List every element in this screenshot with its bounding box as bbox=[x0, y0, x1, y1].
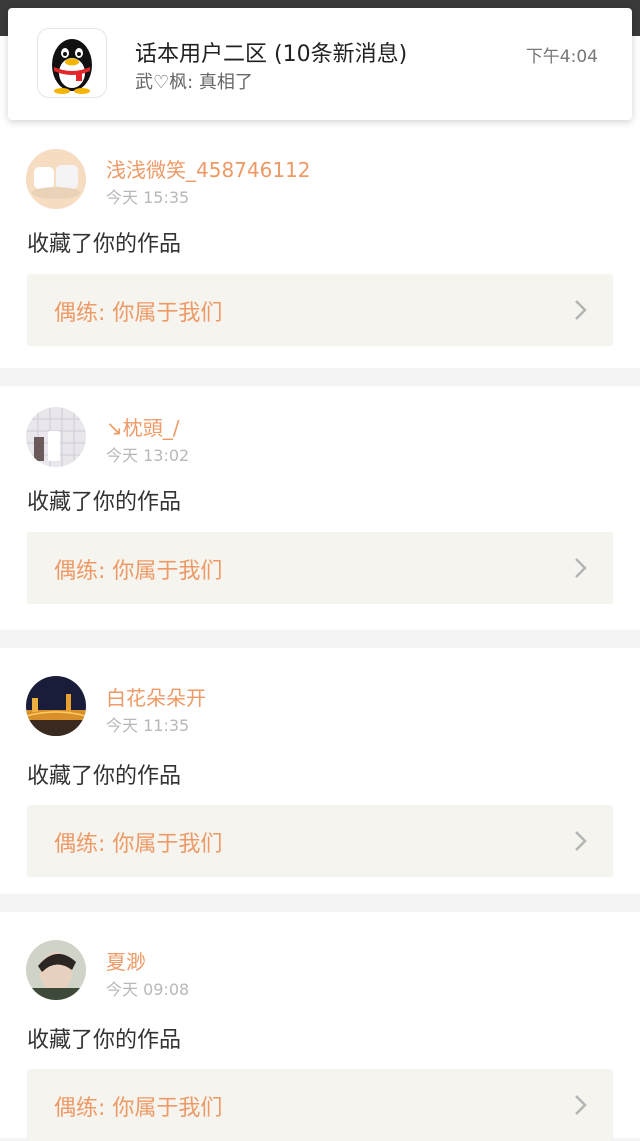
chevron-right-icon bbox=[573, 829, 589, 853]
username[interactable]: 夏渺 bbox=[106, 946, 146, 975]
message-card: 白花朵朵开 今天 11:35 收藏了你的作品 偶练: 你属于我们 bbox=[0, 648, 640, 894]
notification-message: 武♡枫: 真相了 bbox=[135, 72, 253, 93]
username[interactable]: ↘枕頭_/ bbox=[106, 412, 180, 441]
action-text: 收藏了你的作品 bbox=[27, 232, 182, 257]
timestamp: 今天 09:08 bbox=[106, 980, 190, 999]
message-card: 夏渺 今天 09:08 收藏了你的作品 偶练: 你属于我们 bbox=[0, 912, 640, 1141]
timestamp: 今天 15:35 bbox=[106, 188, 190, 207]
message-card: 浅浅微笑_458746112 今天 15:35 收藏了你的作品 偶练: 你属于我… bbox=[0, 128, 640, 368]
timestamp: 今天 13:02 bbox=[106, 446, 190, 465]
action-text: 收藏了你的作品 bbox=[27, 490, 182, 515]
work-title: 偶练: 你属于我们 bbox=[54, 1096, 223, 1121]
message-card: ↘枕頭_/ 今天 13:02 收藏了你的作品 偶练: 你属于我们 bbox=[0, 386, 640, 630]
notification-title: 话本用户二区 (10条新消息) bbox=[135, 42, 408, 67]
notification-time: 下午4:04 bbox=[525, 47, 598, 67]
work-title: 偶练: 你属于我们 bbox=[54, 301, 223, 326]
username[interactable]: 白花朵朵开 bbox=[106, 682, 206, 711]
username[interactable]: 浅浅微笑_458746112 bbox=[106, 154, 311, 183]
avatar[interactable] bbox=[26, 149, 86, 209]
chevron-right-icon bbox=[573, 556, 589, 580]
work-link[interactable]: 偶练: 你属于我们 bbox=[27, 274, 613, 346]
qq-penguin-icon bbox=[37, 28, 107, 98]
timestamp: 今天 11:35 bbox=[106, 716, 190, 735]
work-title: 偶练: 你属于我们 bbox=[54, 832, 223, 857]
work-link[interactable]: 偶练: 你属于我们 bbox=[27, 805, 613, 877]
avatar[interactable] bbox=[26, 676, 86, 736]
avatar[interactable] bbox=[26, 407, 86, 467]
avatar[interactable] bbox=[26, 940, 86, 1000]
chevron-right-icon bbox=[573, 1093, 589, 1117]
action-text: 收藏了你的作品 bbox=[27, 1028, 182, 1053]
action-text: 收藏了你的作品 bbox=[27, 764, 182, 789]
work-link[interactable]: 偶练: 你属于我们 bbox=[27, 1069, 613, 1141]
work-link[interactable]: 偶练: 你属于我们 bbox=[27, 532, 613, 604]
chevron-right-icon bbox=[573, 298, 589, 322]
notification-banner[interactable]: 话本用户二区 (10条新消息) 武♡枫: 真相了 下午4:04 bbox=[8, 8, 632, 120]
work-title: 偶练: 你属于我们 bbox=[54, 559, 223, 584]
